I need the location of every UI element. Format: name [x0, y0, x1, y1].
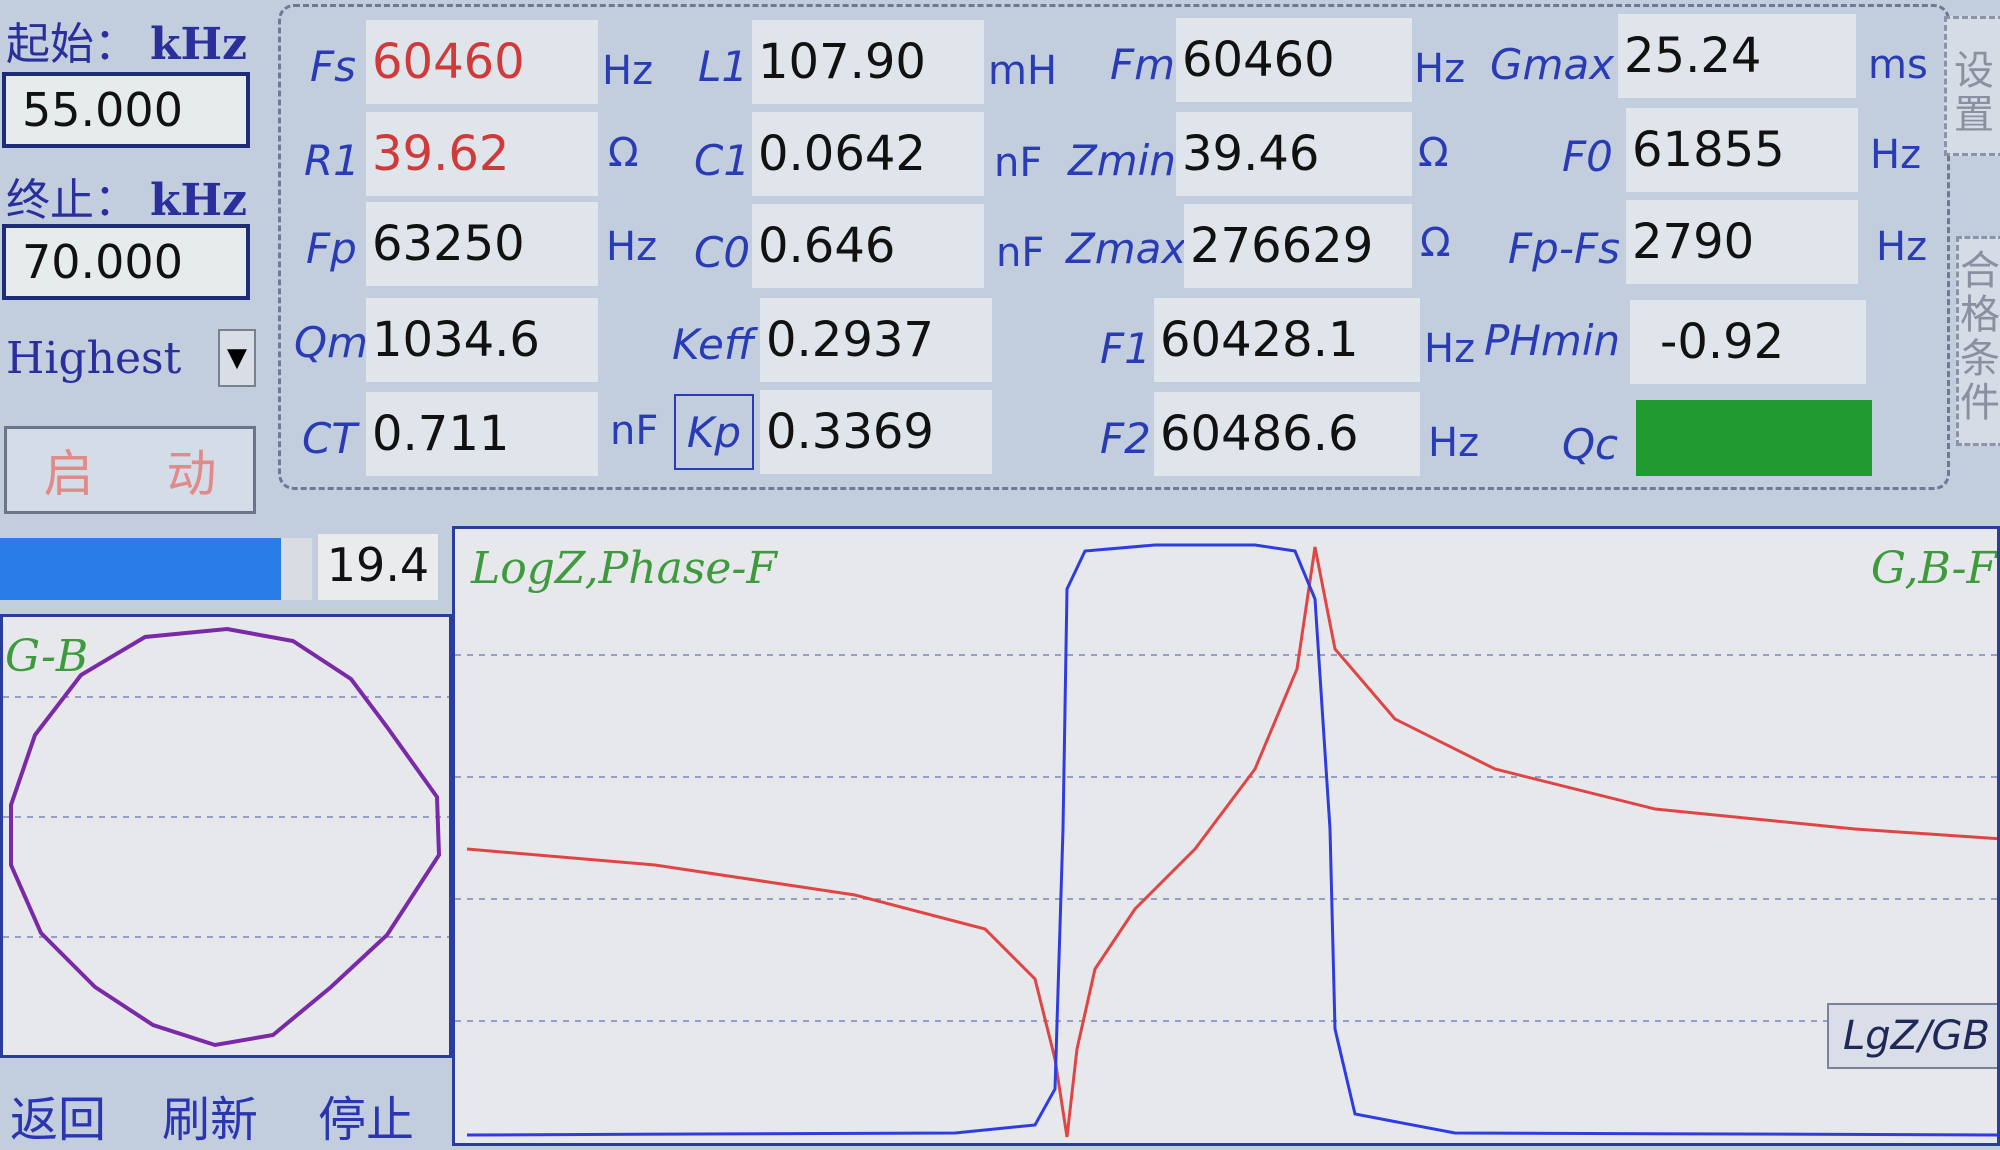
stop-freq-label: 终止： kHz: [6, 175, 248, 226]
param-fs-label: Fs: [310, 42, 357, 91]
param-fm-label: Fm: [1110, 40, 1176, 89]
start-button[interactable]: 启 动: [4, 426, 256, 514]
param-fpfs-label: Fp-Fs: [1508, 224, 1621, 273]
param-qc-label: Qc: [1562, 420, 1619, 469]
qc-status-indicator: [1636, 400, 1872, 476]
param-qm-value: 1034.6: [366, 298, 598, 382]
param-fm-value: 60460: [1176, 18, 1412, 102]
param-l1-value: 107.90: [752, 20, 984, 104]
param-c1-label: C1: [694, 136, 751, 185]
param-ct-label: CT: [302, 414, 357, 463]
param-fs-value: 60460: [366, 20, 598, 104]
start-freq-input[interactable]: 55.000: [2, 72, 250, 148]
chevron-down-icon[interactable]: ▼: [218, 329, 256, 387]
main-plot-title: LogZ,Phase-F: [471, 543, 777, 594]
param-f2-value: 60486.6: [1154, 392, 1420, 476]
param-c1-value: 0.0642: [752, 112, 984, 196]
start-button-char-2: 动: [166, 445, 217, 503]
param-c0-unit: nF: [996, 230, 1045, 276]
param-zmax-value: 276629: [1184, 204, 1412, 288]
param-ct-unit: nF: [610, 408, 659, 454]
pass-cond-char-3: 条: [1960, 336, 2000, 382]
logz-phase-plot[interactable]: LogZ,Phase-F G,B-F LgZ/GB: [452, 526, 2000, 1146]
param-fp-unit: Hz: [606, 224, 658, 270]
pass-cond-char-2: 格: [1960, 292, 2000, 338]
param-fpfs-unit: Hz: [1876, 224, 1928, 270]
settings-char-1: 设: [1954, 48, 1994, 94]
refresh-button[interactable]: 刷新: [162, 1080, 258, 1150]
param-f0-value: 61855: [1626, 108, 1858, 192]
phase-trace: [466, 543, 1997, 1137]
stop-button[interactable]: 停止: [318, 1080, 414, 1150]
lgz-gb-toggle-button[interactable]: LgZ/GB: [1827, 1003, 1997, 1069]
param-fs-unit: Hz: [602, 48, 654, 94]
param-ct-value: 0.711: [366, 392, 598, 476]
gb-plot[interactable]: G-B: [0, 614, 452, 1058]
settings-char-2: 置: [1954, 92, 1994, 138]
param-keff-label: Keff: [672, 320, 755, 369]
param-f2-unit: Hz: [1428, 420, 1480, 466]
param-kp-label: Kp: [686, 407, 742, 457]
param-f2-label: F2: [1100, 414, 1151, 463]
param-zmin-value: 39.46: [1176, 112, 1412, 196]
param-fp-value: 63250: [366, 202, 598, 286]
param-gmax-value: 25.24: [1618, 14, 1856, 98]
progress-fill: [0, 538, 281, 600]
param-c0-label: C0: [694, 228, 751, 277]
param-keff-value: 0.2937: [760, 298, 992, 382]
pass-cond-char-1: 合: [1960, 248, 2000, 294]
main-plot-right-title: G,B-F: [1870, 543, 1997, 594]
param-kp-value: 0.3369: [760, 390, 992, 474]
settings-button[interactable]: 设 置: [1944, 16, 2000, 156]
param-f0-unit: Hz: [1870, 132, 1922, 178]
param-gmax-label: Gmax: [1490, 40, 1615, 89]
param-l1-label: L1: [698, 42, 749, 91]
precision-value: Highest: [6, 332, 182, 384]
param-fpfs-value: 2790: [1626, 200, 1858, 284]
param-f0-label: F0: [1562, 132, 1613, 181]
param-zmax-label: Zmax: [1066, 224, 1187, 273]
param-c0-value: 0.646: [752, 204, 984, 288]
param-l1-unit: mH: [988, 48, 1058, 94]
param-zmax-unit: Ω: [1420, 220, 1451, 266]
stop-freq-input[interactable]: 70.000: [2, 224, 250, 300]
pass-cond-char-4: 件: [1960, 380, 2000, 426]
param-kp-box[interactable]: Kp: [674, 394, 754, 470]
param-f1-value: 60428.1: [1154, 298, 1420, 382]
param-qm-label: Qm: [294, 318, 368, 367]
param-fm-unit: Hz: [1414, 46, 1466, 92]
pass-condition-button[interactable]: 合 格 条 件: [1956, 236, 2000, 446]
param-f1-label: F1: [1100, 324, 1151, 373]
param-r1-unit: Ω: [608, 130, 639, 176]
param-r1-label: R1: [304, 136, 360, 185]
start-freq-label: 起始： kHz: [6, 19, 248, 70]
param-f1-unit: Hz: [1424, 326, 1476, 372]
param-phmin-label: PHmin: [1484, 316, 1621, 365]
back-button[interactable]: 返回: [10, 1080, 106, 1150]
param-zmin-label: Zmin: [1068, 136, 1176, 185]
param-phmin-value: -0.92: [1630, 300, 1866, 384]
precision-select[interactable]: Highest ▼: [0, 322, 256, 394]
start-button-char-1: 启: [43, 445, 94, 503]
param-gmax-unit: ms: [1868, 42, 1928, 88]
gb-circle-trace: [9, 626, 442, 1048]
impedance-trace: [466, 546, 1997, 1138]
progress-bar: [0, 538, 312, 600]
param-zmin-unit: Ω: [1418, 130, 1449, 176]
progress-value: 19.4: [318, 534, 438, 600]
param-c1-unit: nF: [994, 140, 1043, 186]
gb-plot-title: G-B: [5, 631, 89, 682]
param-fp-label: Fp: [306, 224, 357, 273]
param-r1-value: 39.62: [366, 112, 598, 196]
